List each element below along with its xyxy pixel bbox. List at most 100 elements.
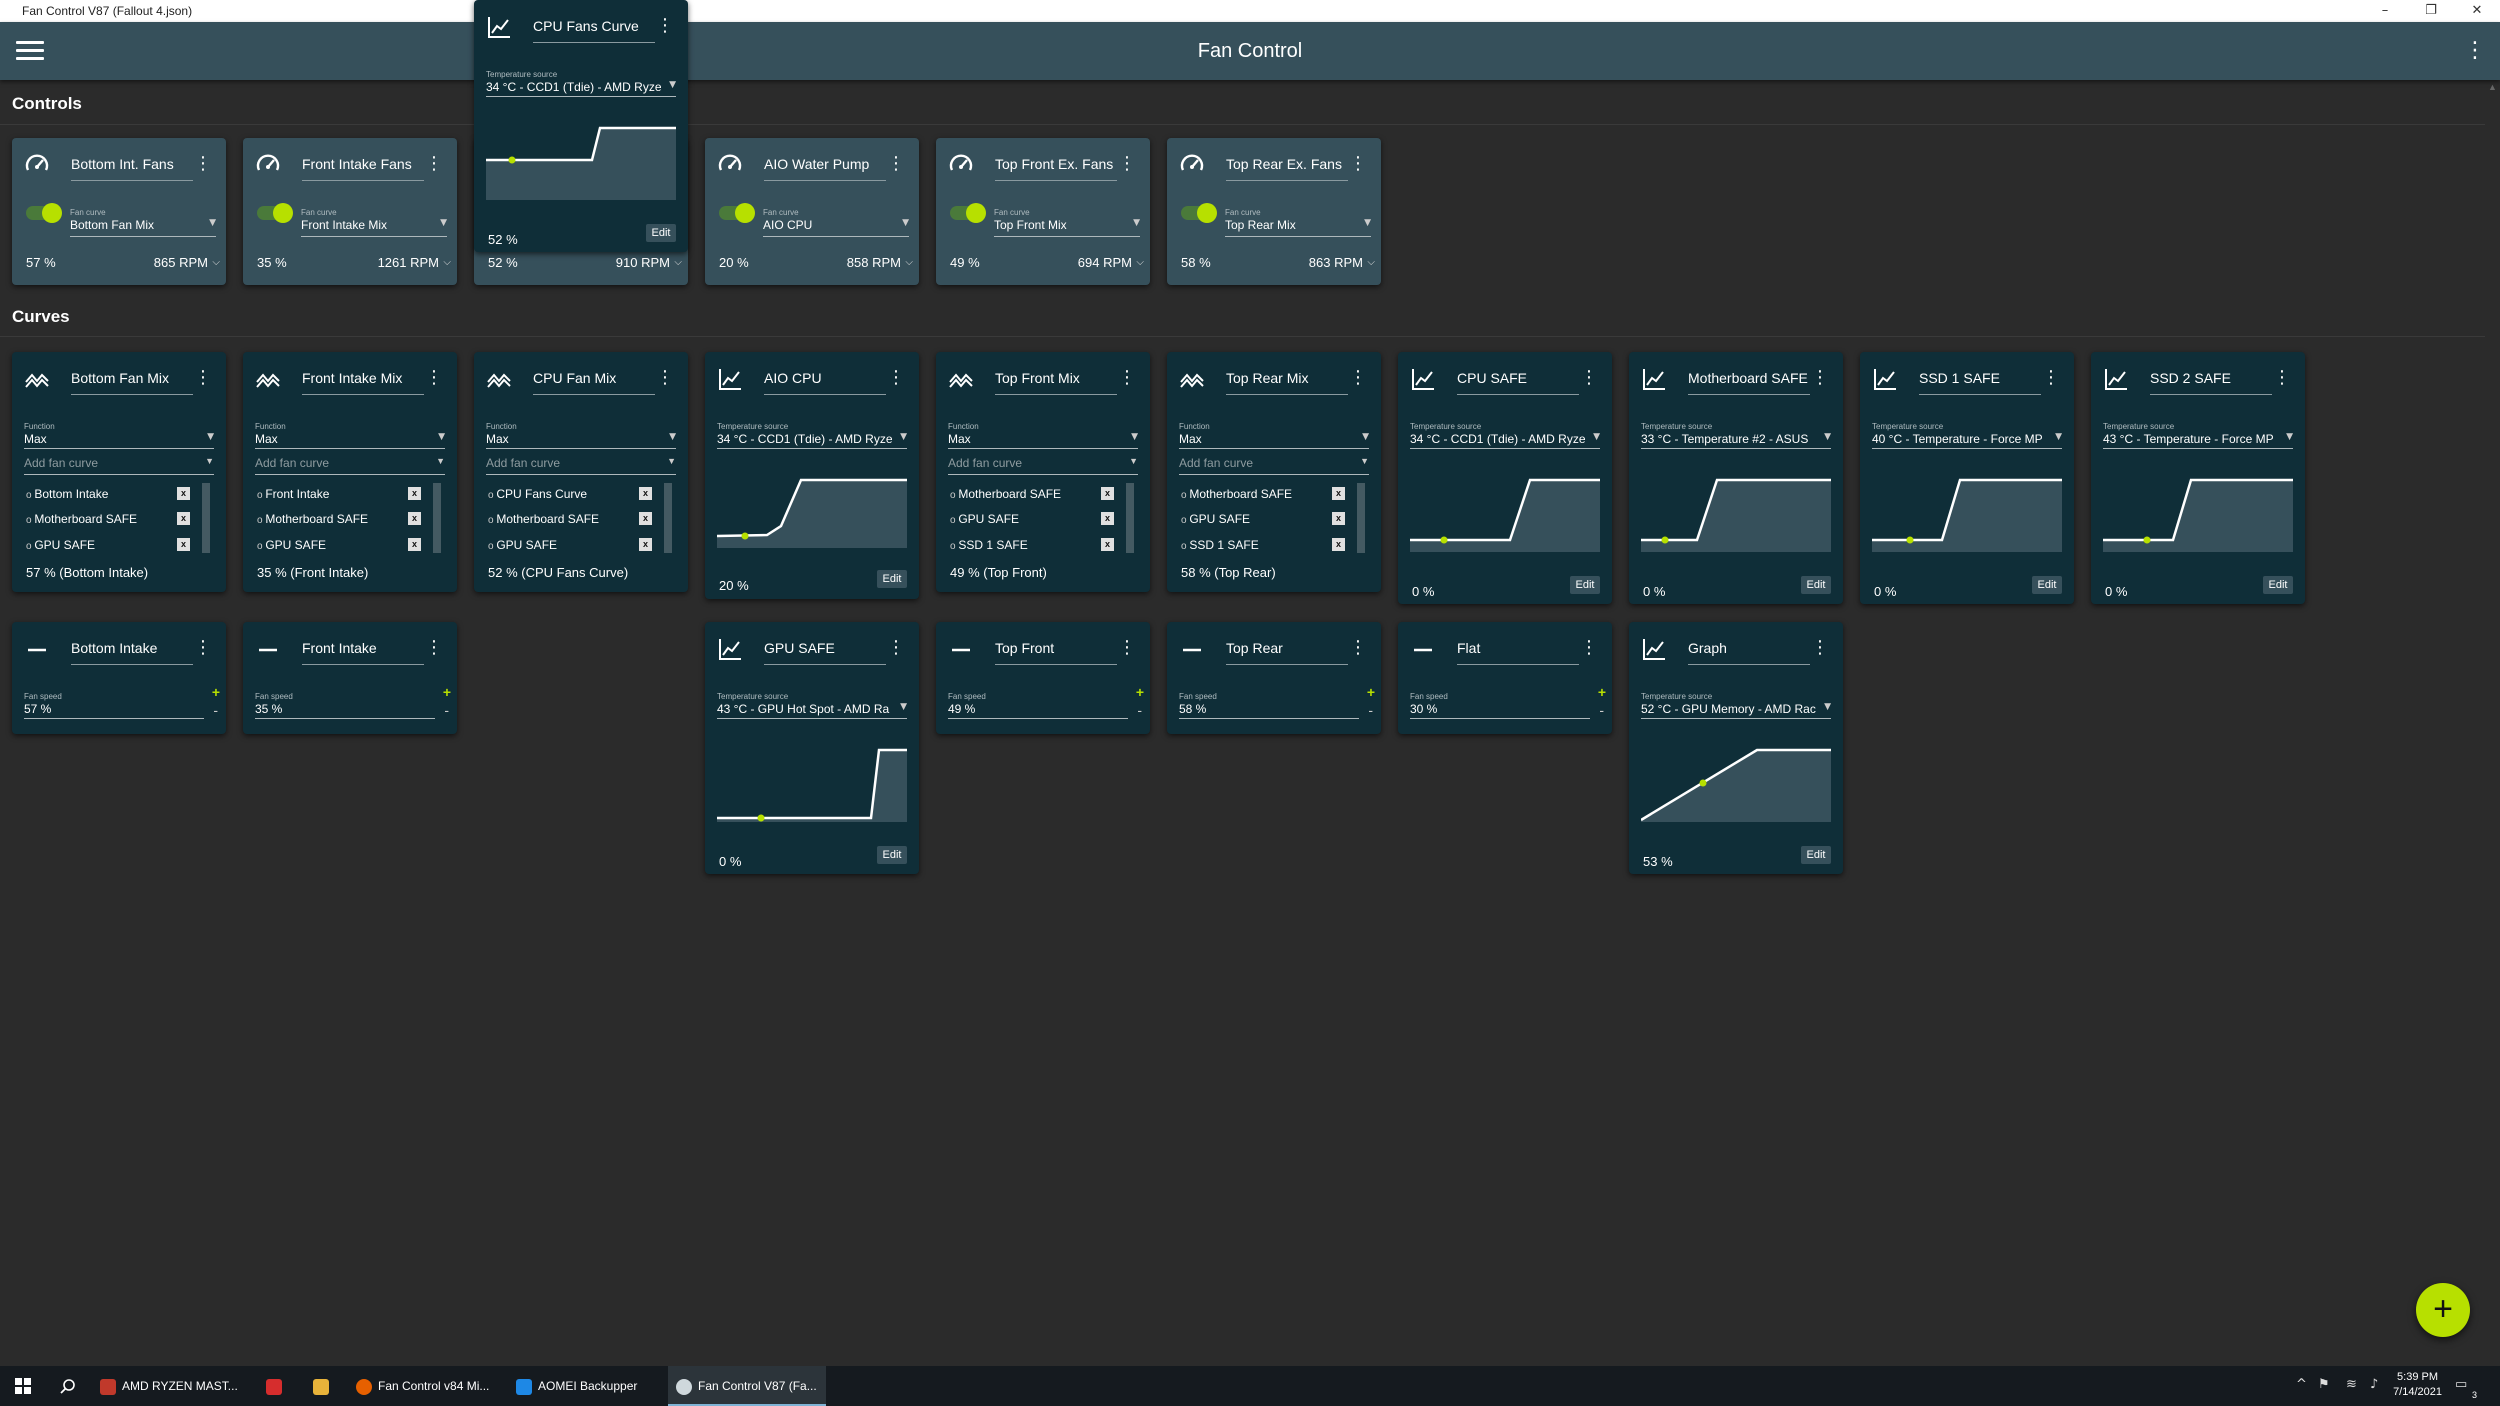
- control-enable-toggle[interactable]: [1181, 203, 1217, 223]
- edit-button[interactable]: Edit: [646, 224, 676, 242]
- control-more-icon[interactable]: ⋮: [194, 153, 212, 174]
- edit-button[interactable]: Edit: [1801, 846, 1831, 864]
- control-more-icon[interactable]: ⋮: [425, 153, 443, 174]
- curve-more-icon[interactable]: ⋮: [1811, 367, 1829, 388]
- chevron-down-icon[interactable]: ⌵: [674, 257, 682, 268]
- temperature-source-select[interactable]: Temperature source 43 °C - GPU Hot Spot …: [717, 692, 907, 719]
- curve-more-icon[interactable]: ⋮: [656, 367, 674, 388]
- increase-button[interactable]: +: [1598, 684, 1606, 700]
- fan-curve-select[interactable]: Fan curve Top Rear Mix ▼: [1225, 208, 1371, 237]
- curve-more-icon[interactable]: ⋮: [1349, 637, 1367, 658]
- remove-item-button[interactable]: x: [1101, 512, 1114, 525]
- control-enable-toggle[interactable]: [26, 203, 62, 223]
- function-select[interactable]: Function Max ▼: [255, 422, 445, 449]
- tray-chevron-up-icon[interactable]: ^: [2296, 1377, 2307, 1392]
- mix-list-scrollbar[interactable]: [1357, 483, 1365, 553]
- curve-more-icon[interactable]: ⋮: [887, 367, 905, 388]
- taskbar-app-aomei[interactable]: AOMEI Backupper: [516, 1366, 666, 1406]
- add-fan-curve-select[interactable]: Add fan curve ▼: [948, 456, 1138, 475]
- remove-item-button[interactable]: x: [1101, 538, 1114, 551]
- remove-item-button[interactable]: x: [408, 538, 421, 551]
- curve-more-icon[interactable]: ⋮: [1349, 367, 1367, 388]
- taskbar-file-explorer[interactable]: [313, 1366, 339, 1406]
- fan-speed-field[interactable]: Fan speed 30 %: [1410, 692, 1590, 719]
- taskbar-app-firefox[interactable]: Fan Control v84 Mi...: [356, 1366, 506, 1406]
- increase-button[interactable]: +: [212, 684, 220, 700]
- control-more-icon[interactable]: ⋮: [887, 153, 905, 174]
- maximize-button[interactable]: ❐: [2408, 0, 2454, 22]
- decrease-button[interactable]: -: [444, 702, 449, 718]
- add-button[interactable]: +: [2416, 1283, 2470, 1337]
- mix-list-scrollbar[interactable]: [202, 483, 210, 553]
- chevron-down-icon[interactable]: ⌵: [905, 257, 913, 268]
- function-select[interactable]: Function Max ▼: [948, 422, 1138, 449]
- remove-item-button[interactable]: x: [639, 538, 652, 551]
- temperature-source-select[interactable]: Temperature source 43 °C - Temperature -…: [2103, 422, 2293, 449]
- taskbar-app-ryzen-master[interactable]: AMD RYZEN MAST...: [100, 1366, 250, 1406]
- remove-item-button[interactable]: x: [177, 512, 190, 525]
- curve-more-icon[interactable]: ⋮: [656, 15, 674, 36]
- fan-curve-select[interactable]: Fan curve Bottom Fan Mix ▼: [70, 208, 216, 237]
- add-fan-curve-select[interactable]: Add fan curve ▼: [24, 456, 214, 475]
- curve-more-icon[interactable]: ⋮: [1118, 637, 1136, 658]
- function-select[interactable]: Function Max ▼: [1179, 422, 1369, 449]
- volume-icon[interactable]: ♪: [2370, 1377, 2378, 1392]
- fan-speed-field[interactable]: Fan speed 58 %: [1179, 692, 1359, 719]
- remove-item-button[interactable]: x: [1101, 487, 1114, 500]
- fan-curve-select[interactable]: Fan curve AIO CPU ▼: [763, 208, 909, 237]
- control-enable-toggle[interactable]: [950, 203, 986, 223]
- curve-more-icon[interactable]: ⋮: [1118, 367, 1136, 388]
- increase-button[interactable]: +: [1367, 684, 1375, 700]
- edit-button[interactable]: Edit: [1570, 576, 1600, 594]
- remove-item-button[interactable]: x: [177, 538, 190, 551]
- temperature-source-select[interactable]: Temperature source 34 °C - CCD1 (Tdie) -…: [717, 422, 907, 449]
- control-enable-toggle[interactable]: [719, 203, 755, 223]
- edit-button[interactable]: Edit: [2032, 576, 2062, 594]
- add-fan-curve-select[interactable]: Add fan curve ▼: [255, 456, 445, 475]
- edit-button[interactable]: Edit: [1801, 576, 1831, 594]
- increase-button[interactable]: +: [443, 684, 451, 700]
- fan-speed-field[interactable]: Fan speed 35 %: [255, 692, 435, 719]
- search-icon[interactable]: [60, 1378, 76, 1394]
- curve-more-icon[interactable]: ⋮: [2042, 367, 2060, 388]
- curve-more-icon[interactable]: ⋮: [194, 637, 212, 658]
- decrease-button[interactable]: -: [213, 702, 218, 718]
- taskbar-app-amd[interactable]: [266, 1366, 292, 1406]
- curve-more-icon[interactable]: ⋮: [887, 637, 905, 658]
- close-button[interactable]: ✕: [2454, 0, 2500, 22]
- remove-item-button[interactable]: x: [408, 487, 421, 500]
- app-more-icon[interactable]: ⋮: [2464, 38, 2486, 63]
- chevron-down-icon[interactable]: ⌵: [1136, 257, 1144, 268]
- edit-button[interactable]: Edit: [2263, 576, 2293, 594]
- temperature-source-select[interactable]: Temperature source 34 °C - CCD1 (Tdie) -…: [1410, 422, 1600, 449]
- fan-curve-select[interactable]: Fan curve Front Intake Mix ▼: [301, 208, 447, 237]
- minimize-button[interactable]: –: [2362, 0, 2408, 22]
- windows-start-icon[interactable]: [15, 1378, 31, 1394]
- network-icon[interactable]: ⚑: [2318, 1377, 2330, 1392]
- chevron-down-icon[interactable]: ⌵: [443, 257, 451, 268]
- taskbar-app-fan-control[interactable]: Fan Control V87 (Fa...: [668, 1366, 826, 1406]
- control-enable-toggle[interactable]: [257, 203, 293, 223]
- edit-button[interactable]: Edit: [877, 570, 907, 588]
- control-more-icon[interactable]: ⋮: [1349, 153, 1367, 174]
- mix-list-scrollbar[interactable]: [433, 483, 441, 553]
- decrease-button[interactable]: -: [1599, 702, 1604, 718]
- edit-button[interactable]: Edit: [877, 846, 907, 864]
- remove-item-button[interactable]: x: [1332, 487, 1345, 500]
- remove-item-button[interactable]: x: [177, 487, 190, 500]
- add-fan-curve-select[interactable]: Add fan curve ▼: [1179, 456, 1369, 475]
- remove-item-button[interactable]: x: [639, 487, 652, 500]
- fan-speed-field[interactable]: Fan speed 57 %: [24, 692, 204, 719]
- mix-list-scrollbar[interactable]: [1126, 483, 1134, 553]
- decrease-button[interactable]: -: [1137, 702, 1142, 718]
- curve-more-icon[interactable]: ⋮: [194, 367, 212, 388]
- chevron-down-icon[interactable]: ⌵: [1367, 257, 1375, 268]
- curve-more-icon[interactable]: ⋮: [2273, 367, 2291, 388]
- control-more-icon[interactable]: ⋮: [1118, 153, 1136, 174]
- curve-more-icon[interactable]: ⋮: [425, 367, 443, 388]
- add-fan-curve-select[interactable]: Add fan curve ▼: [486, 456, 676, 475]
- curve-more-icon[interactable]: ⋮: [1811, 637, 1829, 658]
- temperature-source-select[interactable]: Temperature source 34 °C - CCD1 (Tdie) -…: [486, 70, 676, 97]
- increase-button[interactable]: +: [1136, 684, 1144, 700]
- remove-item-button[interactable]: x: [1332, 538, 1345, 551]
